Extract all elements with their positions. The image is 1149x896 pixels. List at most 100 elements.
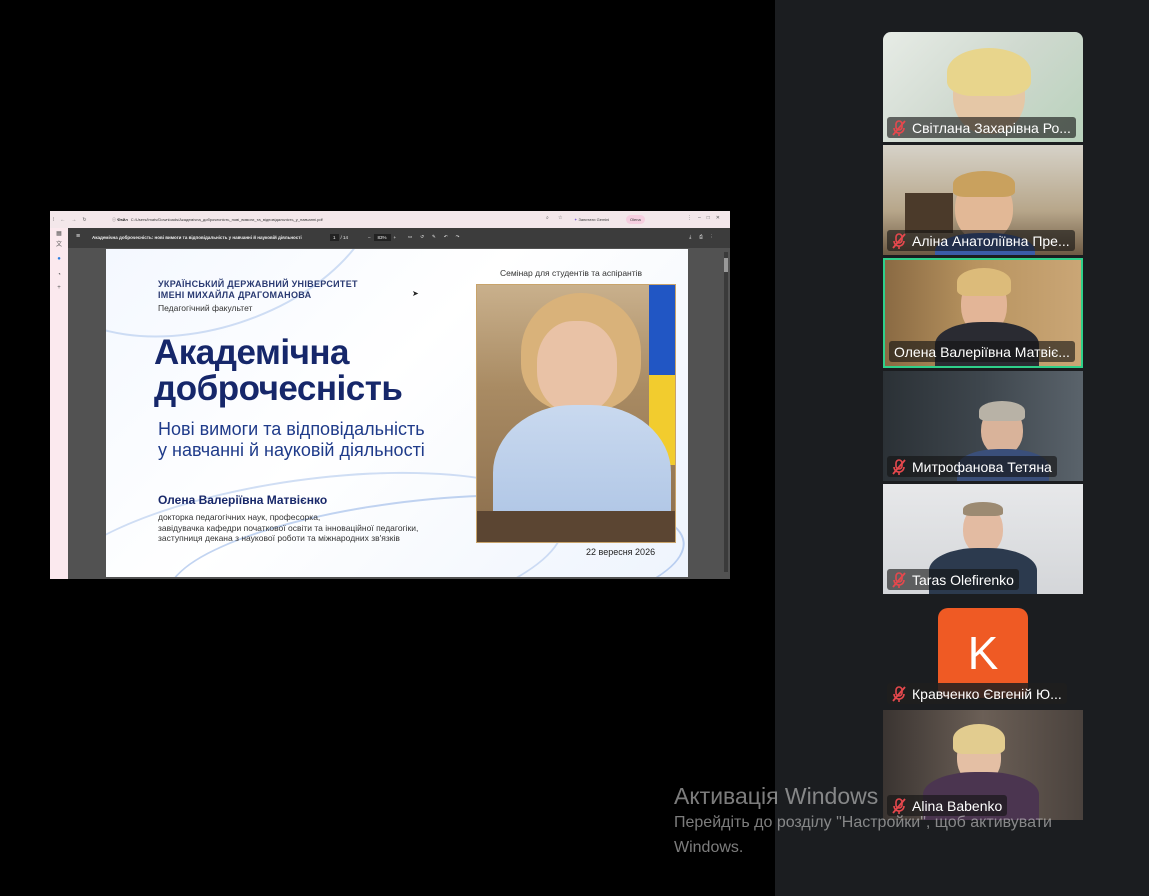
watermark-title: Активація Windows <box>674 783 879 809</box>
participant-tile[interactable]: Митрофанова Тетяна <box>883 371 1083 481</box>
video-shelf <box>905 193 953 233</box>
gemini-button[interactable]: ✦ Запитати Gemini <box>574 215 609 224</box>
rotate-icon[interactable]: ↺ <box>420 234 432 239</box>
pdf-toolbar: ≡ Академічна доброчесність: нові вимоги … <box>68 228 730 248</box>
undo-icon[interactable]: ↶ <box>444 234 456 239</box>
faculty: Педагогічний факультет <box>158 303 253 313</box>
participant-name: Кравченко Євгеній Ю... <box>912 685 1062 702</box>
pdf-page-slide: УКРАЇНСЬКИЙ ДЕРЖАВНИЙ УНІВЕРСИТЕТ ІМЕНІ … <box>106 249 688 577</box>
participant-nametag: Кравченко Євгеній Ю... <box>887 683 1067 704</box>
back-icon[interactable]: ← <box>60 217 65 223</box>
credential-line: докторка педагогічних наук, професорка, <box>158 512 321 522</box>
participant-tile-active[interactable]: Олена Валеріївна Матвіє... <box>883 258 1083 368</box>
meeting-window: ⁞ ← → ↻ ⓘ Файл C:/Users/Imatv/Downloads/А… <box>0 0 1149 896</box>
zoom-in-icon[interactable]: + <box>394 235 397 240</box>
video-hair <box>953 171 1015 197</box>
slide-subtitle-line-1: Нові вимоги та відповідальність <box>158 419 425 439</box>
mic-muted-icon <box>892 571 906 588</box>
participant-name: Митрофанова Тетяна <box>912 458 1052 475</box>
participant-tile[interactable]: Taras Olefirenko <box>883 484 1083 594</box>
shared-screen[interactable]: ⁞ ← → ↻ ⓘ Файл C:/Users/Imatv/Downloads/А… <box>50 211 730 579</box>
profile-chip[interactable]: Olena <box>626 215 645 224</box>
zoom-control[interactable]: –83% + <box>368 234 396 241</box>
seminar-label: Семінар для студентів та аспірантів <box>500 268 643 278</box>
speaker-name: Олена Валеріївна Матвієнко <box>158 493 328 507</box>
slide-title: Академічна доброчесність <box>154 333 403 408</box>
windows-activation-watermark: Активація Windows Перейдіть до розділу "… <box>674 782 1114 860</box>
participant-tile[interactable]: Світлана Захарівна Ро... <box>883 32 1083 142</box>
participant-name: Світлана Захарівна Ро... <box>912 119 1071 136</box>
profile-label: Olena <box>630 217 641 222</box>
app-menu-icon[interactable]: ⁞ <box>53 217 54 223</box>
address-bar[interactable]: ⓘ Файл C:/Users/Imatv/Downloads/Академічн… <box>112 215 532 224</box>
zoom-value[interactable]: 83% <box>373 234 391 241</box>
kebab-menu-icon[interactable]: ⋮ <box>687 215 698 221</box>
seminar-date: 22 вересня 2026 <box>586 547 656 557</box>
scroll-thumb[interactable] <box>724 258 728 272</box>
bookmark-star-icon[interactable]: ☆ <box>558 215 562 221</box>
more-icon[interactable]: ⋮ <box>711 234 720 239</box>
window-controls[interactable]: ⋮–□✕ <box>687 215 726 221</box>
mouse-cursor-icon: ➤ <box>412 289 419 298</box>
photo-table <box>477 511 675 542</box>
mic-muted-icon <box>892 458 906 475</box>
save-icon[interactable]: ⤓ <box>689 234 699 239</box>
watermark-line: Windows. <box>674 839 744 856</box>
telegram-icon[interactable]: ● <box>55 255 63 263</box>
slide-title-line-1: Академічна <box>154 333 350 372</box>
page-input[interactable]: 1 <box>330 234 339 241</box>
page-indicator[interactable]: 1/ 14 <box>330 234 348 241</box>
university-line-2: ІМЕНІ МИХАЙЛА ДРАГОМАНОВА <box>158 290 312 300</box>
url-text: C:/Users/Imatv/Downloads/Академічна_добр… <box>130 217 323 222</box>
video-hair <box>979 401 1025 421</box>
browser-toolbar: ⁞ ← → ↻ ⓘ Файл C:/Users/Imatv/Downloads/А… <box>50 211 730 228</box>
speaker-photo <box>476 284 676 543</box>
participant-name: Аліна Анатоліївна Пре... <box>912 232 1070 249</box>
photo-face <box>537 321 617 413</box>
video-hair <box>953 724 1005 754</box>
watermark-text: Перейдіть до розділу "Настройки", щоб ак… <box>674 810 1114 860</box>
history-icon[interactable]: ◔ <box>55 271 63 279</box>
participant-nametag: Світлана Захарівна Ро... <box>887 117 1076 138</box>
gemini-label: Запитати Gemini <box>578 217 610 222</box>
minimize-icon[interactable]: – <box>698 215 707 221</box>
reload-icon[interactable]: ↻ <box>82 217 86 223</box>
video-hair <box>963 502 1003 516</box>
redo-icon[interactable]: ↷ <box>456 234 468 239</box>
close-icon[interactable]: ✕ <box>716 215 726 221</box>
participant-nametag: Taras Olefirenko <box>887 569 1019 590</box>
zoom-out-icon[interactable]: – <box>368 235 371 240</box>
print-icon[interactable]: ⎙ <box>699 234 711 239</box>
credential-line: завідувачка кафедри початкової освіти та… <box>158 522 419 533</box>
pdf-actions: ⤓⎙⋮ <box>689 234 720 239</box>
tabs-icon[interactable]: ▦ <box>55 230 63 238</box>
pdf-title: Академічна доброчесність: нові вимоги та… <box>92 235 302 240</box>
watermark-line: Перейдіть до розділу "Настройки", щоб ак… <box>674 814 1052 831</box>
draw-icon[interactable]: ✎ <box>432 234 444 239</box>
university-line-1: УКРАЇНСЬКИЙ ДЕРЖАВНИЙ УНІВЕРСИТЕТ <box>158 279 358 289</box>
slide-title-line-2: доброчесність <box>154 369 403 408</box>
participant-nametag: Митрофанова Тетяна <box>887 456 1057 477</box>
browser-sidebar: ▦ 文 ● ◔ + <box>50 228 68 579</box>
zoom-icon[interactable]: ⌕ <box>546 215 549 221</box>
forward-icon[interactable]: → <box>71 217 76 223</box>
video-hair <box>947 48 1031 96</box>
speaker-credentials: докторка педагогічних наук, професорка, … <box>158 512 418 544</box>
url-scheme: Файл <box>117 217 128 222</box>
video-hair <box>957 268 1011 296</box>
scrollbar[interactable] <box>724 252 728 572</box>
fit-page-icon[interactable]: ▭ <box>408 234 420 239</box>
add-icon[interactable]: + <box>55 284 63 292</box>
pdf-menu-icon[interactable]: ≡ <box>76 233 80 240</box>
participant-tile[interactable]: Аліна Анатоліївна Пре... <box>883 145 1083 255</box>
credential-line: заступниця декана з наукової роботи та м… <box>158 533 400 543</box>
university-name: УКРАЇНСЬКИЙ ДЕРЖАВНИЙ УНІВЕРСИТЕТ ІМЕНІ … <box>158 279 358 301</box>
participant-nametag: Олена Валеріївна Матвіє... <box>889 341 1075 362</box>
translate-icon[interactable]: 文 <box>55 241 63 249</box>
mic-muted-icon <box>892 685 906 702</box>
participant-name: Олена Валеріївна Матвіє... <box>894 343 1070 360</box>
mic-muted-icon <box>892 232 906 249</box>
slide-subtitle-line-2: у навчанні й науковій діяльності <box>158 440 425 460</box>
maximize-icon[interactable]: □ <box>707 215 716 221</box>
mic-muted-icon <box>892 119 906 136</box>
